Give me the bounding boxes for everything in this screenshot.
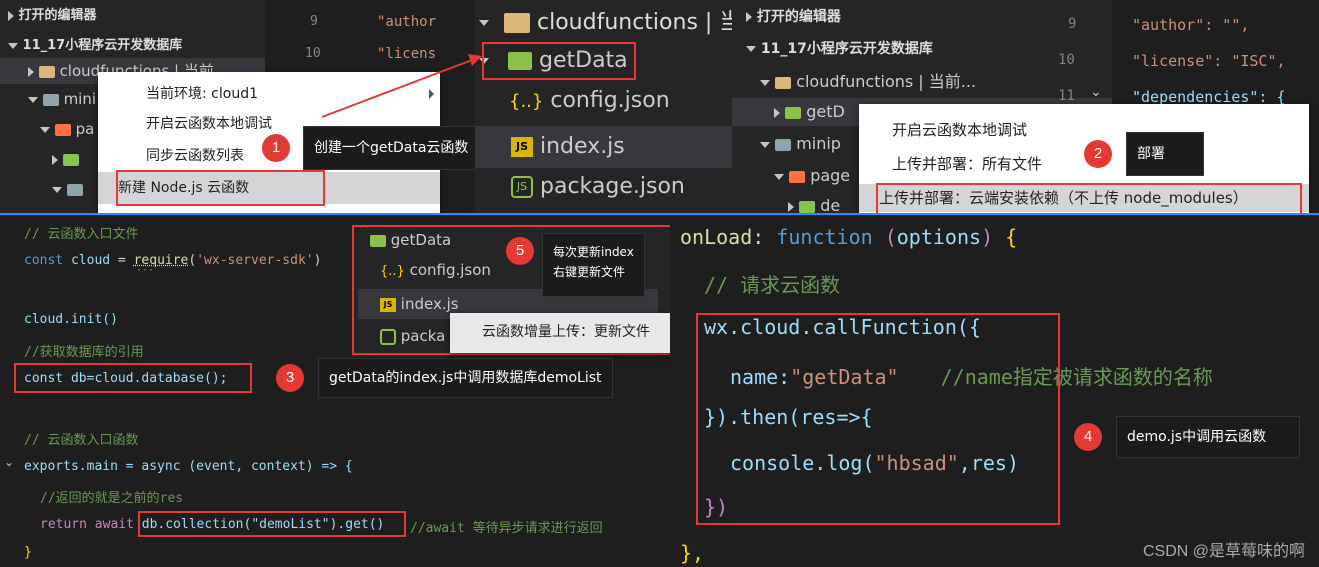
line-number: 10 <box>1058 52 1075 68</box>
code-comment: // 请求云函数 <box>704 273 841 297</box>
chevron-right-icon <box>788 201 794 212</box>
step-badge-4: 4 <box>1074 423 1102 451</box>
top-right-panel: 打开的编辑器 11_17小程序云开发数据库 cloudfunctions | 当… <box>732 0 1319 213</box>
tooltip-demolist: getData的index.js中调用数据库demoList <box>318 358 613 398</box>
chevron-right-icon <box>774 107 780 118</box>
line-number: 9 <box>1068 16 1077 32</box>
code-comment: //await 等待异步请求进行返回 <box>410 521 603 536</box>
popup-update-file: getData {..} config.json JS index.js pac… <box>352 225 670 355</box>
code-ellipsis: ··· <box>136 265 155 276</box>
folder-icon <box>370 234 386 247</box>
code-author: "author": "", <box>1132 16 1250 34</box>
folder-icon <box>775 138 792 151</box>
highlight-collection <box>138 511 406 537</box>
bottom-right-panel: onLoad: function (options) { // 请求云函数 wx… <box>670 213 1319 567</box>
menu-item-local-debug[interactable]: 开启云函数本地调试 <box>859 118 1309 142</box>
json-icon: {..} <box>380 264 405 279</box>
tooltip-deploy: 部署 <box>1126 132 1204 176</box>
folder-icon <box>799 200 816 213</box>
code-line-close: } <box>24 545 32 560</box>
chevron-down-icon <box>760 141 770 148</box>
tooltip-demo-js: demo.js中调用云函数 <box>1116 416 1300 458</box>
fold-chevron-icon[interactable]: ⌄ <box>1090 84 1102 100</box>
bottom-left-panel: // 云函数入口文件 const cloud = require('wx-ser… <box>0 213 670 567</box>
chevron-down-icon <box>760 79 770 86</box>
highlight-deploy-cloud <box>876 183 1302 213</box>
code-line-exports: exports.main = async (event, context) =>… <box>24 459 353 474</box>
highlight-callfunction <box>696 313 1060 525</box>
code-comment: //获取数据库的引用 <box>24 345 144 360</box>
watermark: CSDN @是草莓味的啊 <box>1142 543 1305 560</box>
folder-icon <box>785 106 802 119</box>
chevron-right-icon <box>746 12 752 22</box>
code-line-init: cloud.init() <box>24 312 118 327</box>
folder-icon <box>775 76 792 89</box>
highlight-db-line <box>14 363 252 393</box>
code-comment: // 云函数入口文件 <box>24 227 139 242</box>
step-badge-2: 2 <box>1084 140 1112 168</box>
code-line-end: }, <box>680 541 705 565</box>
context-menu: 云函数增量上传：更新文件 <box>450 313 670 353</box>
step-badge-5: 5 <box>506 237 534 265</box>
code-license: "license": "ISC", <box>1132 52 1286 70</box>
step-badge-3: 3 <box>276 364 304 392</box>
folder-icon <box>789 170 806 183</box>
menu-item-incremental-upload[interactable]: 云函数增量上传：更新文件 <box>450 319 670 345</box>
chevron-down-icon <box>774 173 784 180</box>
code-line-onload: onLoad: function (options) { <box>680 225 1018 249</box>
fold-chevron-icon[interactable]: ⌄ <box>4 455 14 469</box>
code-line-require: const cloud = require('wx-server-sdk') <box>24 253 322 268</box>
line-number: 11 <box>1058 88 1075 104</box>
code-comment: // 云函数入口函数 <box>24 433 139 448</box>
chevron-down-icon <box>746 46 756 52</box>
tooltip-update-index: 每次更新index 右键更新文件 <box>542 233 645 297</box>
js-icon: JS <box>380 297 396 312</box>
nodejs-icon <box>380 328 396 345</box>
code-comment: //返回的就是之前的res <box>40 491 184 506</box>
